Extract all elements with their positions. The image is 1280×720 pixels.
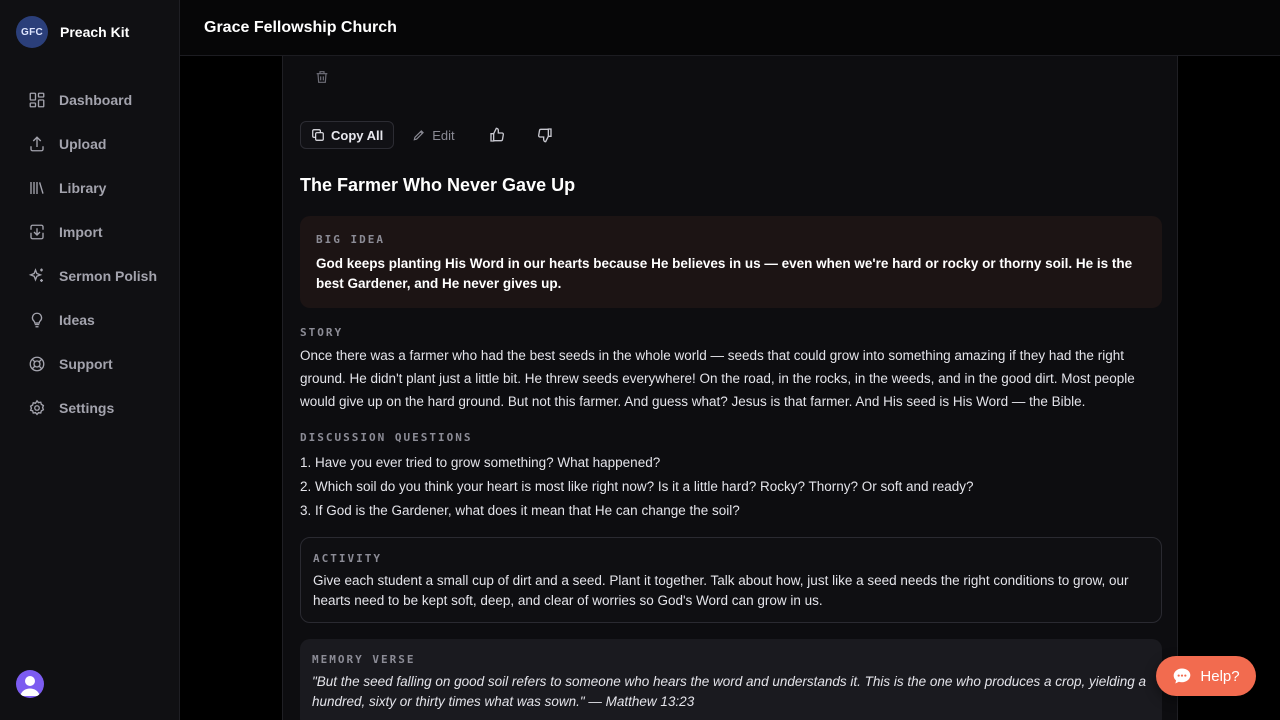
list-item: 1. Have you ever tried to grow something…: [300, 455, 661, 470]
import-icon: [30, 224, 44, 240]
help-button[interactable]: Help?: [1156, 656, 1256, 696]
chat-bubble-icon: [1174, 668, 1191, 684]
lesson-card: Copy All Edit The Farmer Who Never Gave …: [282, 56, 1178, 720]
pencil-icon: [413, 130, 425, 141]
sidebar-item-support[interactable]: Support: [0, 342, 180, 386]
big-idea-text: God keeps planting His Word in our heart…: [316, 256, 1133, 291]
sidebar-item-upload[interactable]: Upload: [0, 122, 180, 166]
big-idea-box: BIG IDEA God keeps planting His Word in …: [300, 216, 1162, 308]
sidebar-item-label: Library: [59, 180, 107, 196]
sidebar-item-label: Import: [59, 224, 103, 240]
sidebar-item-ideas[interactable]: Ideas: [0, 298, 180, 342]
sidebar-item-settings[interactable]: Settings: [0, 386, 180, 430]
activity-label: ACTIVITY: [313, 552, 382, 565]
sidebar: GFC Preach Kit Dashboard Upload Library …: [0, 0, 180, 720]
sidebar-item-label: Upload: [59, 136, 107, 152]
sidebar-item-label: Settings: [59, 400, 115, 416]
sidebar-item-library[interactable]: Library: [0, 166, 180, 210]
copy-icon: [312, 129, 324, 141]
list-item: 2. Which soil do you think your heart is…: [300, 479, 974, 494]
sidebar-item-label: Ideas: [59, 312, 95, 328]
brand-logo: GFC: [16, 16, 48, 48]
memory-verse-text: "But the seed falling on good soil refer…: [312, 674, 1147, 709]
activity-text: Give each student a small cup of dirt an…: [313, 573, 1129, 608]
lifebuoy-icon: [29, 356, 45, 372]
trash-icon[interactable]: [314, 69, 330, 85]
lesson-toolbar: Copy All Edit: [300, 121, 553, 149]
list-item: 3. If God is the Gardener, what does it …: [300, 503, 740, 518]
sidebar-item-label: Dashboard: [59, 92, 133, 108]
discussion-questions-label: DISCUSSION QUESTIONS: [300, 431, 473, 444]
avatar[interactable]: [16, 670, 44, 698]
copy-all-label: Copy All: [331, 127, 384, 143]
story-text: Once there was a farmer who had the best…: [300, 348, 1135, 409]
sidebar-nav: Dashboard Upload Library Import Sermon P…: [0, 78, 180, 430]
sidebar-item-import[interactable]: Import: [0, 210, 180, 254]
sidebar-item-sermon-polish[interactable]: Sermon Polish: [0, 254, 180, 298]
sparkles-icon: [28, 268, 43, 282]
page-title: Grace Fellowship Church: [204, 18, 397, 36]
edit-button[interactable]: Edit: [412, 127, 455, 143]
edit-label: Edit: [432, 127, 455, 143]
thumbs-up-icon[interactable]: [489, 127, 505, 143]
help-label: Help?: [1200, 667, 1240, 685]
brand-name: Preach Kit: [60, 24, 130, 40]
lesson-title: The Farmer Who Never Gave Up: [300, 175, 576, 195]
upload-icon: [30, 136, 44, 152]
discussion-questions-list: 1. Have you ever tried to grow something…: [300, 451, 974, 523]
brand[interactable]: GFC Preach Kit: [16, 16, 129, 48]
copy-all-button[interactable]: Copy All: [300, 121, 395, 149]
story-label: STORY: [300, 326, 344, 339]
lightbulb-icon: [31, 312, 43, 328]
big-idea-label: BIG IDEA: [316, 233, 385, 246]
memory-verse-box: MEMORY VERSE "But the seed falling on go…: [300, 639, 1162, 720]
top-header: Grace Fellowship Church: [180, 0, 1280, 56]
thumbs-down-icon[interactable]: [537, 127, 553, 143]
gear-icon: [29, 399, 45, 416]
sidebar-item-label: Support: [59, 356, 113, 372]
dashboard-icon: [29, 92, 45, 108]
sidebar-item-label: Sermon Polish: [59, 268, 158, 284]
user-icon: [20, 676, 40, 696]
library-icon: [30, 182, 44, 194]
sidebar-item-dashboard[interactable]: Dashboard: [0, 78, 180, 122]
memory-verse-label: MEMORY VERSE: [312, 653, 416, 666]
activity-box: ACTIVITY Give each student a small cup o…: [300, 537, 1162, 623]
